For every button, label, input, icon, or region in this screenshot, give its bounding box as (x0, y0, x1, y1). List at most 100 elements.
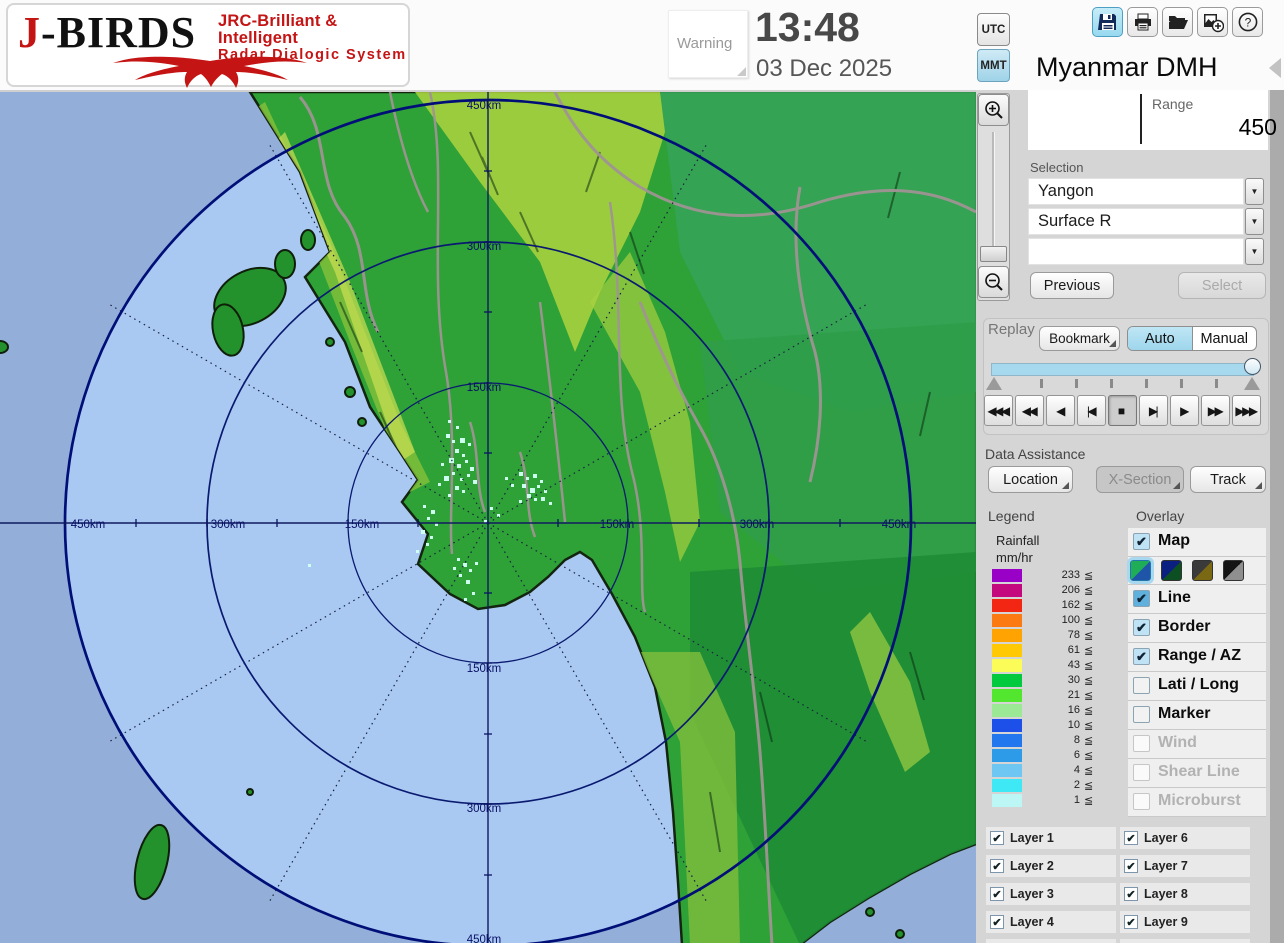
option-dropdown-button[interactable]: ▼ (1245, 238, 1264, 265)
overlay-item-map[interactable]: ✔ Map (1128, 528, 1266, 557)
rain-cell (430, 536, 433, 539)
map-style-swatch-2[interactable] (1161, 560, 1182, 581)
layer-row-layer-4[interactable]: ✔ Layer 4 (986, 911, 1116, 933)
slider-tick (1215, 379, 1218, 388)
ring-label: 450km (467, 934, 502, 943)
legend-color-swatch (992, 659, 1022, 672)
checkbox[interactable]: ✔ (1124, 859, 1138, 873)
rain-cell (431, 510, 435, 514)
overlay-item-range-az[interactable]: ✔ Range / AZ (1128, 643, 1266, 672)
overlay-item-line[interactable]: ✔ Line (1128, 585, 1266, 614)
step-forward-button[interactable]: ▶| (1139, 395, 1168, 426)
overlay-item-border[interactable]: ✔ Border (1128, 614, 1266, 643)
legend-value: 1 (1073, 794, 1080, 806)
layer-row-layer-8[interactable]: ✔ Layer 8 (1120, 883, 1250, 905)
print-button[interactable] (1127, 7, 1158, 37)
layer-row-layer-9[interactable]: ✔ Layer 9 (1120, 911, 1250, 933)
clock-date: 03 Dec 2025 (756, 55, 893, 82)
checkbox[interactable] (1133, 735, 1150, 752)
open-folder-icon (1168, 16, 1188, 29)
zoom-in-button[interactable] (978, 94, 1009, 126)
checkbox[interactable]: ✔ (990, 887, 1004, 901)
zoom-out-button[interactable] (978, 266, 1009, 298)
checkbox[interactable]: ✔ (1124, 831, 1138, 845)
product-dropdown[interactable]: Surface R (1028, 208, 1244, 235)
overlay-item-wind[interactable]: Wind (1128, 730, 1266, 759)
play-button[interactable]: ▶ (1170, 395, 1199, 426)
slider-start-marker[interactable] (986, 377, 1002, 390)
rewind-fast-button[interactable]: ◀◀◀ (984, 395, 1013, 426)
forward-fast-button[interactable]: ▶▶▶ (1232, 395, 1261, 426)
bookmark-button[interactable]: Bookmark (1039, 326, 1120, 351)
panel-collapse-icon[interactable] (1269, 58, 1281, 78)
layer-row-layer-7[interactable]: ✔ Layer 7 (1120, 855, 1250, 877)
layer-row-layer-2[interactable]: ✔ Layer 2 (986, 855, 1116, 877)
checkbox[interactable]: ✔ (1124, 915, 1138, 929)
play-reverse-button[interactable]: ◀ (1046, 395, 1075, 426)
map-style-swatch-4[interactable] (1223, 560, 1244, 581)
mmt-button[interactable]: MMT (977, 49, 1010, 82)
rewind-button[interactable]: ◀◀ (1015, 395, 1044, 426)
checkbox[interactable]: ✔ (1133, 533, 1150, 550)
legend-row: 206 ≦ (992, 583, 1112, 598)
replay-slider-track[interactable] (991, 363, 1254, 376)
legend-value: 2 (1073, 779, 1080, 791)
product-dropdown-button[interactable]: ▼ (1245, 208, 1264, 235)
overlay-item-shear-line[interactable]: Shear Line (1128, 759, 1266, 788)
layer-row-layer-10[interactable]: ✔Layer 10 (1120, 939, 1250, 943)
radar-map[interactable]: 450km 300km 150km 150km 300km 450km 450km 300km… (0, 90, 978, 943)
control-panel: Range 450 km Selection Yangon ▼ Surface … (976, 90, 1284, 943)
checkbox[interactable] (1133, 677, 1150, 694)
slider-tick (1040, 379, 1043, 388)
overlay-item-microburst[interactable]: Microburst (1128, 788, 1266, 817)
zoom-slider-thumb[interactable] (980, 246, 1007, 262)
layer-row-layer-3[interactable]: ✔ Layer 3 (986, 883, 1116, 905)
zoom-slider-track[interactable] (992, 132, 995, 262)
checkbox[interactable]: ✔ (990, 859, 1004, 873)
export-image-button[interactable] (1197, 7, 1228, 37)
map-style-swatch-1[interactable] (1127, 557, 1154, 584)
save-button[interactable] (1092, 7, 1123, 37)
checkbox[interactable]: ✔ (1133, 619, 1150, 636)
zoom-in-icon (984, 101, 1003, 119)
manual-tab[interactable]: Manual (1193, 327, 1257, 350)
overlay-item-lati-long[interactable]: Lati / Long (1128, 672, 1266, 701)
previous-button[interactable]: Previous (1030, 272, 1114, 299)
overlay-item-marker[interactable]: Marker (1128, 701, 1266, 730)
utc-button[interactable]: UTC (977, 13, 1010, 46)
checkbox[interactable]: ✔ (990, 831, 1004, 845)
checkbox[interactable]: ✔ (1133, 648, 1150, 665)
rain-cell (427, 517, 430, 520)
open-button[interactable] (1162, 7, 1193, 37)
option-dropdown[interactable] (1028, 238, 1244, 265)
step-back-button[interactable]: |◀ (1077, 395, 1106, 426)
site-dropdown[interactable]: Yangon (1028, 178, 1244, 205)
legend-color-swatch (992, 704, 1022, 717)
stop-button[interactable]: ■ (1108, 395, 1137, 426)
replay-slider-thumb[interactable] (1244, 358, 1261, 375)
checkbox[interactable]: ✔ (990, 915, 1004, 929)
checkbox[interactable]: ✔ (1133, 590, 1150, 607)
forward-button[interactable]: ▶▶ (1201, 395, 1230, 426)
help-button[interactable]: ? (1232, 7, 1263, 37)
legend-row: 16 ≦ (992, 703, 1112, 718)
site-dropdown-button[interactable]: ▼ (1245, 178, 1264, 205)
layer-row-layer-1[interactable]: ✔ Layer 1 (986, 827, 1116, 849)
checkbox[interactable]: ✔ (1124, 887, 1138, 901)
layer-row-layer-6[interactable]: ✔ Layer 6 (1120, 827, 1250, 849)
resize-grip-icon[interactable] (737, 67, 746, 76)
warning-panel[interactable]: Warning (668, 10, 748, 78)
select-button[interactable]: Select (1178, 272, 1266, 299)
auto-tab[interactable]: Auto (1128, 327, 1193, 350)
header-bar: J-BIRDS JRC-Brilliant & Intelligent Rada… (0, 0, 1284, 90)
map-style-swatch-3[interactable] (1192, 560, 1213, 581)
checkbox[interactable] (1133, 793, 1150, 810)
x-section-button[interactable]: X-Section (1096, 466, 1184, 493)
checkbox[interactable] (1133, 706, 1150, 723)
track-button[interactable]: Track (1190, 466, 1266, 493)
checkbox[interactable] (1133, 764, 1150, 781)
layer-row-layer-5[interactable]: ✔Layer 5 (986, 939, 1116, 943)
slider-end-marker[interactable] (1244, 377, 1260, 390)
location-button[interactable]: Location (988, 466, 1073, 493)
print-icon (1134, 13, 1151, 31)
